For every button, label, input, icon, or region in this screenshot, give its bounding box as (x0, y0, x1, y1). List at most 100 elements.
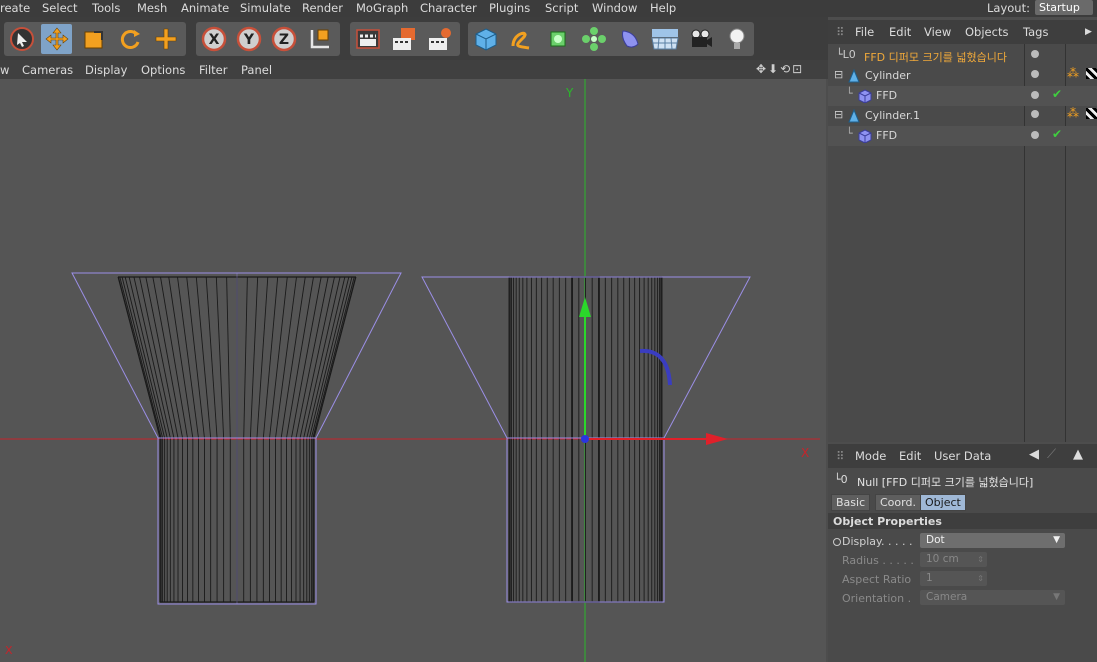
texture-tag-icon[interactable] (1086, 108, 1097, 119)
viewport-menu-options[interactable]: Options (141, 63, 185, 77)
object-name[interactable]: Cylinder (865, 69, 911, 82)
ffd-icon (858, 129, 872, 143)
visibility-dot-icon[interactable] (1031, 70, 1039, 78)
dropdown-arrow-icon: ▼ (1053, 592, 1060, 602)
y-axis-lock-button[interactable]: Y (233, 24, 264, 54)
deformer-button[interactable] (614, 24, 645, 54)
render-settings-button[interactable] (424, 24, 455, 54)
object-row-ffd[interactable]: └ FFD ✔ (828, 126, 1097, 146)
camera-button[interactable] (685, 24, 716, 54)
coordinate-system-button[interactable] (304, 24, 335, 54)
objects-menu-edit[interactable]: Edit (889, 25, 911, 39)
radius-field[interactable]: 10 cm ⇕ (920, 552, 987, 567)
collapse-icon[interactable]: ⊟ (834, 68, 843, 81)
aspect-ratio-field[interactable]: 1 ⇕ (920, 571, 987, 586)
objects-menu-tags[interactable]: Tags (1023, 25, 1048, 39)
object-name[interactable]: FFD (876, 89, 897, 102)
add-object-button[interactable] (150, 24, 181, 54)
live-selection-button[interactable] (6, 24, 37, 54)
orientation-dropdown[interactable]: Camera ▼ (920, 590, 1065, 605)
viewport-menu-view[interactable]: w (0, 63, 9, 77)
move-button[interactable] (41, 24, 72, 54)
collapse-icon[interactable]: ⊟ (834, 108, 843, 121)
display-dropdown[interactable]: Dot ▼ (920, 533, 1065, 548)
viewport-menu-display[interactable]: Display (85, 63, 127, 77)
viewport-menu-panel[interactable]: Panel (241, 63, 272, 77)
menu-help[interactable]: Help (650, 1, 676, 15)
chevron-right-icon[interactable]: ▶ (1085, 27, 1092, 37)
object-name[interactable]: FFD 디퍼모 크기를 넓혔습니다 (864, 49, 1007, 65)
plus-icon (155, 28, 176, 50)
attr-menu-user-data[interactable]: User Data (934, 449, 991, 463)
visibility-dot-icon[interactable] (1031, 131, 1039, 139)
object-row-null[interactable]: └L0 FFD 디퍼모 크기를 넓혔습니다 (828, 46, 1097, 66)
arrow-forward-icon[interactable]: ⟋ (1047, 447, 1056, 462)
array-icon (581, 27, 606, 51)
menu-animate[interactable]: Animate (181, 1, 229, 15)
menu-mesh[interactable]: Mesh (137, 1, 167, 15)
render-picture-viewer-button[interactable] (388, 24, 419, 54)
objects-menu-objects[interactable]: Objects (965, 25, 1008, 39)
spline-button[interactable] (506, 24, 537, 54)
menu-window[interactable]: Window (592, 1, 637, 15)
attr-menu-edit[interactable]: Edit (899, 449, 921, 463)
light-button[interactable] (721, 24, 752, 54)
menu-select[interactable]: Select (42, 1, 77, 15)
arrow-back-icon[interactable]: ◀ (1029, 447, 1039, 462)
viewport-navigation-icons[interactable]: ✥⬇⟲⊡ (756, 62, 804, 76)
menu-render[interactable]: Render (302, 1, 343, 15)
render-view-button[interactable] (352, 24, 383, 54)
material-tag-icon[interactable]: ⁂ (1067, 66, 1079, 80)
menu-mograph[interactable]: MoGraph (356, 1, 408, 15)
cube-button[interactable] (470, 24, 501, 54)
checkmark-icon[interactable]: ✔ (1052, 87, 1062, 101)
material-tag-icon[interactable]: ⁂ (1067, 106, 1079, 120)
render-settings-icon (428, 28, 451, 50)
menu-plugins[interactable]: Plugins (489, 1, 530, 15)
visibility-dot-icon[interactable] (1031, 50, 1039, 58)
tab-basic[interactable]: Basic (831, 494, 871, 511)
panel-grip-icon[interactable]: ⠿ (836, 449, 844, 463)
object-row-cylinder-1[interactable]: ⊟ Cylinder.1 ⁂ (828, 106, 1097, 126)
menu-character[interactable]: Character (420, 1, 477, 15)
stepper-icon[interactable]: ⇕ (977, 552, 984, 567)
object-name[interactable]: FFD (876, 129, 897, 142)
tab-object[interactable]: Object (920, 494, 966, 511)
x-axis-icon: X (201, 26, 226, 52)
environment-button[interactable] (649, 24, 680, 54)
gizmo-y-arrow (579, 297, 591, 317)
objects-menu-file[interactable]: File (855, 25, 874, 39)
arrow-up-icon[interactable]: ▲ (1073, 447, 1083, 462)
object-row-cylinder[interactable]: ⊟ Cylinder ⁂ (828, 66, 1097, 86)
stepper-icon[interactable]: ⇕ (977, 571, 984, 586)
menu-script[interactable]: Script (545, 1, 578, 15)
panel-grip-icon[interactable]: ⠿ (836, 25, 844, 39)
x-axis-lock-button[interactable]: X (198, 24, 229, 54)
object-manager-menubar: ⠿ File Edit View Objects Tags ▶ (828, 20, 1097, 44)
scale-button[interactable] (78, 24, 109, 54)
attr-menu-mode[interactable]: Mode (855, 449, 886, 463)
menu-simulate[interactable]: Simulate (240, 1, 291, 15)
tab-coord[interactable]: Coord. (875, 494, 921, 511)
layout-dropdown[interactable]: Startup (1035, 0, 1093, 15)
texture-tag-icon[interactable] (1086, 68, 1097, 79)
viewport-menu-filter[interactable]: Filter (199, 63, 227, 77)
objects-menu-view[interactable]: View (924, 25, 951, 39)
visibility-dot-icon[interactable] (1031, 110, 1039, 118)
object-row-ffd[interactable]: └ FFD ✔ (828, 86, 1097, 106)
radius-value: 10 cm (926, 553, 959, 565)
hierarchy-line: └ (846, 87, 853, 100)
animate-dot-icon[interactable] (833, 538, 841, 546)
z-axis-lock-button[interactable]: Z (268, 24, 299, 54)
rotate-button[interactable] (114, 24, 145, 54)
checkmark-icon[interactable]: ✔ (1052, 127, 1062, 141)
object-name[interactable]: Cylinder.1 (865, 109, 920, 122)
array-button[interactable] (578, 24, 609, 54)
viewport-menu-cameras[interactable]: Cameras (22, 63, 73, 77)
visibility-dot-icon[interactable] (1031, 91, 1039, 99)
main-menubar: reate Select Tools Mesh Animate Simulate… (0, 0, 1097, 17)
menu-create[interactable]: reate (0, 1, 30, 15)
3d-viewport[interactable]: Y X X (0, 79, 826, 662)
nurbs-button[interactable] (542, 24, 573, 54)
menu-tools[interactable]: Tools (92, 1, 120, 15)
